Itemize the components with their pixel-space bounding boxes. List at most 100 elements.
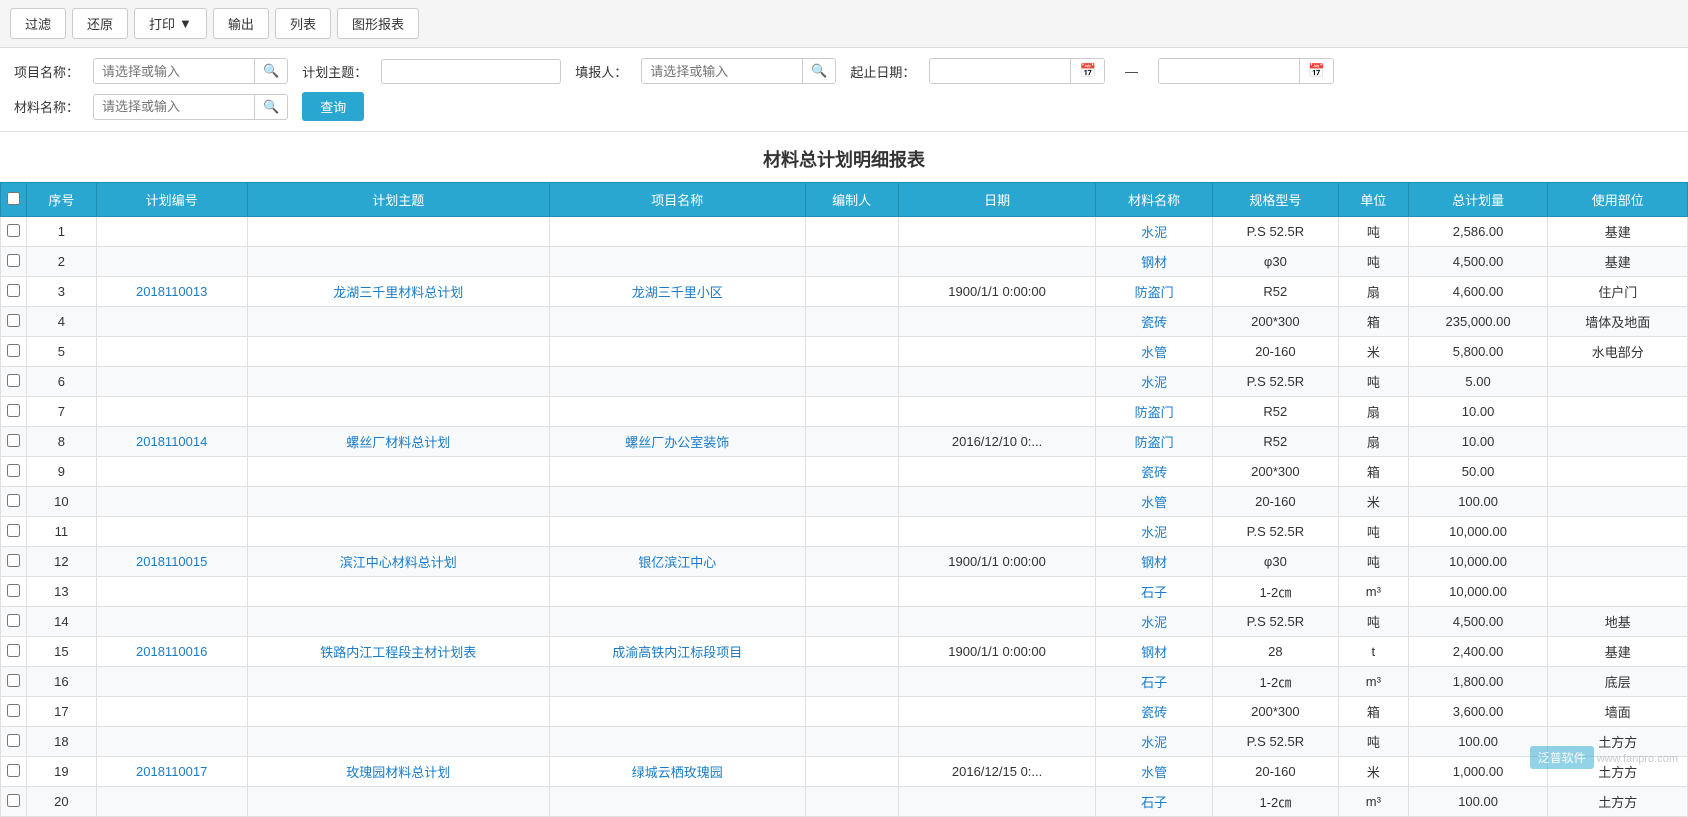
row-unit: 米 <box>1338 337 1408 367</box>
row-total-plan-qty: 3,600.00 <box>1408 697 1548 727</box>
row-plan-theme <box>247 787 549 817</box>
row-material-name: 水泥 <box>1096 607 1212 637</box>
row-checkbox-cell <box>1 757 27 787</box>
col-header-plan-theme: 计划主题 <box>247 183 549 217</box>
row-plan-no <box>96 367 247 397</box>
row-plan-no: 2018110016 <box>96 637 247 667</box>
reporter-search-btn[interactable]: 🔍 <box>802 59 835 83</box>
row-spec-model: φ30 <box>1212 547 1338 577</box>
row-editor <box>805 367 898 397</box>
row-total-plan-qty: 4,500.00 <box>1408 247 1548 277</box>
row-project-name <box>549 307 805 337</box>
row-checkbox[interactable] <box>7 674 20 687</box>
material-name-input[interactable] <box>94 95 254 118</box>
row-plan-no <box>96 247 247 277</box>
col-header-checkbox[interactable] <box>1 183 27 217</box>
row-spec-model: 28 <box>1212 637 1338 667</box>
row-checkbox[interactable] <box>7 314 20 327</box>
row-seq: 6 <box>27 367 97 397</box>
table-row: 2钢材φ30吨4,500.00基建 <box>1 247 1688 277</box>
row-total-plan-qty: 1,800.00 <box>1408 667 1548 697</box>
row-checkbox[interactable] <box>7 224 20 237</box>
row-seq: 9 <box>27 457 97 487</box>
row-checkbox[interactable] <box>7 284 20 297</box>
row-seq: 3 <box>27 277 97 307</box>
row-checkbox[interactable] <box>7 644 20 657</box>
row-checkbox-cell <box>1 487 27 517</box>
row-date <box>898 217 1096 247</box>
row-checkbox[interactable] <box>7 794 20 807</box>
table-row: 32018110013龙湖三千里材料总计划龙湖三千里小区1900/1/1 0:0… <box>1 277 1688 307</box>
row-checkbox[interactable] <box>7 494 20 507</box>
reset-button[interactable]: 还原 <box>72 8 128 39</box>
project-name-input[interactable] <box>94 60 254 83</box>
row-checkbox-cell <box>1 697 27 727</box>
row-date: 2016/12/10 0:... <box>898 427 1096 457</box>
col-header-seq: 序号 <box>27 183 97 217</box>
row-spec-model: 200*300 <box>1212 697 1338 727</box>
row-unit: m³ <box>1338 667 1408 697</box>
date-start-icon[interactable]: 📅 <box>1070 59 1104 83</box>
row-checkbox[interactable] <box>7 374 20 387</box>
select-all-checkbox[interactable] <box>7 192 20 205</box>
row-seq: 17 <box>27 697 97 727</box>
row-total-plan-qty: 5,800.00 <box>1408 337 1548 367</box>
row-checkbox[interactable] <box>7 614 20 627</box>
row-checkbox[interactable] <box>7 734 20 747</box>
row-checkbox[interactable] <box>7 764 20 777</box>
row-unit: 箱 <box>1338 307 1408 337</box>
row-spec-model: 20-160 <box>1212 757 1338 787</box>
row-seq: 15 <box>27 637 97 667</box>
row-seq: 12 <box>27 547 97 577</box>
query-button[interactable]: 查询 <box>302 92 364 121</box>
date-end-icon[interactable]: 📅 <box>1299 59 1333 83</box>
col-header-project-name: 项目名称 <box>549 183 805 217</box>
row-checkbox[interactable] <box>7 554 20 567</box>
row-checkbox[interactable] <box>7 254 20 267</box>
row-project-name <box>549 607 805 637</box>
row-dept: 基建 <box>1548 217 1688 247</box>
row-checkbox[interactable] <box>7 344 20 357</box>
project-name-search-btn[interactable]: 🔍 <box>254 59 287 83</box>
plan-theme-input[interactable] <box>381 59 561 84</box>
row-total-plan-qty: 10,000.00 <box>1408 547 1548 577</box>
row-checkbox[interactable] <box>7 524 20 537</box>
row-total-plan-qty: 235,000.00 <box>1408 307 1548 337</box>
row-spec-model: 20-160 <box>1212 337 1338 367</box>
row-unit: 米 <box>1338 487 1408 517</box>
date-end-input[interactable] <box>1159 60 1299 83</box>
print-button[interactable]: 打印 ▼ <box>134 8 207 39</box>
table-row: 4瓷砖200*300箱235,000.00墙体及地面 <box>1 307 1688 337</box>
date-separator: — <box>1125 64 1138 79</box>
row-checkbox[interactable] <box>7 434 20 447</box>
row-seq: 10 <box>27 487 97 517</box>
row-date <box>898 367 1096 397</box>
row-project-name: 成渝高铁内江标段项目 <box>549 637 805 667</box>
row-checkbox-cell <box>1 247 27 277</box>
row-plan-theme <box>247 397 549 427</box>
export-button[interactable]: 输出 <box>213 8 269 39</box>
row-plan-no <box>96 217 247 247</box>
row-checkbox[interactable] <box>7 584 20 597</box>
row-dept <box>1548 457 1688 487</box>
row-project-name <box>549 397 805 427</box>
row-editor <box>805 547 898 577</box>
row-checkbox[interactable] <box>7 464 20 477</box>
row-checkbox[interactable] <box>7 404 20 417</box>
row-project-name <box>549 697 805 727</box>
row-checkbox-cell <box>1 217 27 247</box>
row-spec-model: P.S 52.5R <box>1212 607 1338 637</box>
reporter-input[interactable] <box>642 60 802 83</box>
material-name-search-btn[interactable]: 🔍 <box>254 95 287 119</box>
list-button[interactable]: 列表 <box>275 8 331 39</box>
row-date: 2016/12/15 0:... <box>898 757 1096 787</box>
table-row: 5水管20-160米5,800.00水电部分 <box>1 337 1688 367</box>
row-date <box>898 607 1096 637</box>
filter-button[interactable]: 过滤 <box>10 8 66 39</box>
row-checkbox[interactable] <box>7 704 20 717</box>
row-total-plan-qty: 100.00 <box>1408 787 1548 817</box>
date-start-input[interactable] <box>930 60 1070 83</box>
row-seq: 13 <box>27 577 97 607</box>
row-unit: 扇 <box>1338 397 1408 427</box>
chart-button[interactable]: 图形报表 <box>337 8 419 39</box>
